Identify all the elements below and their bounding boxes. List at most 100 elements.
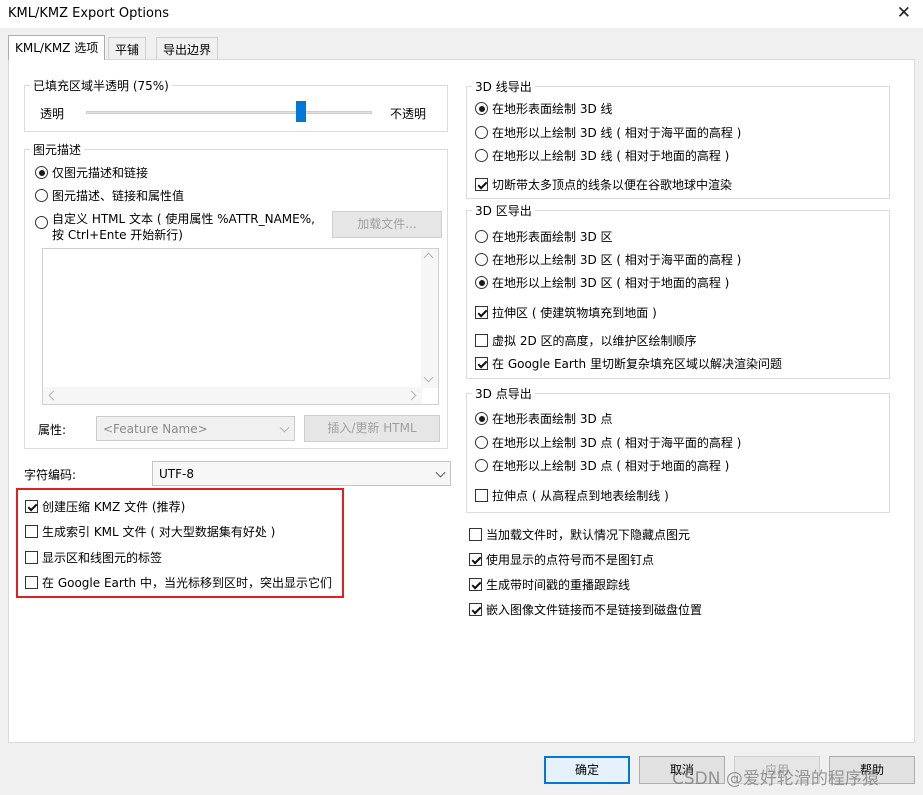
checkbox[interactable] [475,306,488,319]
radio-button[interactable] [35,189,48,202]
checkbox[interactable] [25,525,38,538]
insert-update-html-button[interactable]: 插入/更新 HTML [304,415,440,442]
radio-area-surface[interactable]: 在地形表面绘制 3D 区 [475,228,613,245]
checkbox-split-lines[interactable]: 切断带太多顶点的线条以便在谷歌地球中渲染 [475,176,732,193]
checkbox-embed-images[interactable]: 嵌入图像文件链接而不是链接到磁盘位置 [469,601,702,618]
radio-point-ground[interactable]: 在地形以上绘制 3D 点 ( 相对于地面的高程 ) [475,457,729,474]
radio-button[interactable] [475,126,488,139]
tab-export-bounds[interactable]: 导出边界 [156,37,219,59]
radio-feature-desc-attrs[interactable]: 图元描述、链接和属性值 [35,187,184,204]
attribute-select[interactable]: <Feature Name> [96,416,295,441]
encoding-select[interactable]: UTF-8 [152,461,451,486]
checkbox-highlight-areas[interactable]: 在 Google Earth 中，当光标移到区时，突出显示它们 [25,574,332,591]
checkbox-label: 虚拟 2D 区的高度，以维护区绘制顺序 [492,334,697,348]
window-title: KML/KMZ Export Options [8,6,169,21]
checkbox-label: 嵌入图像文件链接而不是链接到磁盘位置 [486,603,703,617]
radio-custom-html[interactable]: 自定义 HTML 文本 ( 使用属性 %ATTR_NAME%, 按 Ctrl+E… [35,211,315,243]
checkbox-index-kml[interactable]: 生成索引 KML 文件 ( 对大型数据集有好处 ) [25,523,275,540]
radio-button[interactable] [475,459,488,472]
scroll-left-icon[interactable] [48,390,59,401]
checkbox-label: 在 Google Earth 里切断复杂填充区域以解决渲染问题 [492,357,782,371]
checkbox-label: 显示区和线图元的标签 [42,551,163,565]
load-file-button[interactable]: 加载文件... [332,211,442,238]
radio-point-surface[interactable]: 在地形表面绘制 3D 点 [475,410,613,427]
area-export-group-label: 3D 区导出 [472,202,535,219]
custom-html-textarea[interactable] [42,248,439,405]
scroll-down-icon[interactable] [423,372,434,383]
radio-line-sea-level[interactable]: 在地形以上绘制 3D 线 ( 相对于海平面的高程 ) [475,124,741,141]
checkbox[interactable] [469,578,482,591]
scroll-up-icon[interactable] [423,252,434,263]
radio-area-ground[interactable]: 在地形以上绘制 3D 区 ( 相对于地面的高程 ) [475,274,729,291]
checkbox-extrude-areas[interactable]: 拉伸区 ( 使建筑物填充到地面 ) [475,304,657,321]
radio-label: 在地形以上绘制 3D 线 ( 相对于地面的高程 ) [492,149,730,163]
chevron-down-icon [435,467,446,478]
checkbox-use-point-symbols[interactable]: 使用显示的点符号而不是图钉点 [469,551,654,568]
radio-label: 在地形以上绘制 3D 区 ( 相对于海平面的高程 ) [492,253,742,267]
checkbox[interactable] [469,528,482,541]
checkbox-create-kmz[interactable]: 创建压缩 KMZ 文件 (推荐) [25,498,185,515]
checkbox-hide-points[interactable]: 当加载文件时，默认情况下隐藏点图元 [469,526,690,543]
checkbox[interactable] [475,489,488,502]
attribute-select-value: <Feature Name> [103,421,208,436]
radio-button[interactable] [475,276,488,289]
checkbox[interactable] [469,553,482,566]
radio-point-sea-level[interactable]: 在地形以上绘制 3D 点 ( 相对于海平面的高程 ) [475,434,741,451]
checkbox-label: 使用显示的点符号而不是图钉点 [486,553,655,567]
radio-button[interactable] [35,216,48,229]
radio-line-surface[interactable]: 在地形表面绘制 3D 线 [475,100,613,117]
radio-button[interactable] [475,436,488,449]
checkbox[interactable] [475,334,488,347]
checkbox-virtual-2d-height[interactable]: 虚拟 2D 区的高度，以维护区绘制顺序 [475,332,697,349]
radio-label: 在地形以上绘制 3D 区 ( 相对于地面的高程 ) [492,276,730,290]
checkbox-label: 创建压缩 KMZ 文件 (推荐) [42,500,186,514]
radio-button[interactable] [35,166,48,179]
tab-kml-kmz-options[interactable]: KML/KMZ 选项 [8,35,106,60]
encoding-label: 字符编码: [24,468,77,482]
checkbox[interactable] [475,357,488,370]
radio-button[interactable] [475,149,488,162]
checkbox[interactable] [475,178,488,191]
checkbox-split-complex-areas[interactable]: 在 Google Earth 里切断复杂填充区域以解决渲染问题 [475,355,782,372]
tab-tiling[interactable]: 平铺 [108,37,147,59]
radio-label: 在地形表面绘制 3D 点 [492,412,613,426]
checkbox-label: 切断带太多顶点的线条以便在谷歌地球中渲染 [492,178,733,192]
checkbox[interactable] [25,551,38,564]
radio-button[interactable] [475,253,488,266]
ok-button[interactable]: 确定 [544,756,630,784]
watermark: CSDN @爱好轮滑的程序猿 [672,769,879,789]
point-export-group-label: 3D 点导出 [472,385,535,402]
attribute-label: 属性: [38,423,67,437]
radio-button[interactable] [475,230,488,243]
radio-feature-desc-links[interactable]: 仅图元描述和链接 [35,164,148,181]
scroll-right-icon[interactable] [406,390,417,401]
opacity-slider-track[interactable] [86,111,372,114]
radio-label: 在地形以上绘制 3D 线 ( 相对于海平面的高程 ) [492,126,742,140]
opacity-slider-thumb[interactable] [295,101,306,122]
tab-strip: KML/KMZ 选项 平铺 导出边界 [8,35,915,60]
title-bar: KML/KMZ Export Options ✕ [0,0,923,28]
encoding-select-value: UTF-8 [159,466,194,481]
radio-line-ground[interactable]: 在地形以上绘制 3D 线 ( 相对于地面的高程 ) [475,147,729,164]
opaque-label: 不透明 [390,107,427,121]
checkbox-timestamp-tracks[interactable]: 生成带时间戳的重播跟踪线 [469,576,630,593]
checkbox-extrude-points[interactable]: 拉伸点 ( 从高程点到地表绘制线 ) [475,487,669,504]
checkbox-label: 拉伸点 ( 从高程点到地表绘制线 ) [492,489,669,503]
checkbox-label: 生成带时间戳的重播跟踪线 [486,578,631,592]
checkbox-label: 在 Google Earth 中，当光标移到区时，突出显示它们 [42,576,332,590]
checkbox[interactable] [25,576,38,589]
checkbox[interactable] [25,500,38,513]
radio-label: 自定义 HTML 文本 ( 使用属性 %ATTR_NAME%, [52,212,315,226]
checkbox-label: 拉伸区 ( 使建筑物填充到地面 ) [492,306,657,320]
checkbox[interactable] [469,603,482,616]
radio-label: 在地形以上绘制 3D 点 ( 相对于海平面的高程 ) [492,436,742,450]
radio-area-sea-level[interactable]: 在地形以上绘制 3D 区 ( 相对于海平面的高程 ) [475,251,741,268]
radio-label: 在地形表面绘制 3D 线 [492,102,613,116]
close-icon[interactable]: ✕ [897,4,911,22]
vertical-scrollbar[interactable] [421,249,438,388]
radio-label: 图元描述、链接和属性值 [52,189,185,203]
checkbox-show-labels[interactable]: 显示区和线图元的标签 [25,549,162,566]
radio-button[interactable] [475,412,488,425]
radio-button[interactable] [475,102,488,115]
horizontal-scrollbar[interactable] [43,387,422,404]
